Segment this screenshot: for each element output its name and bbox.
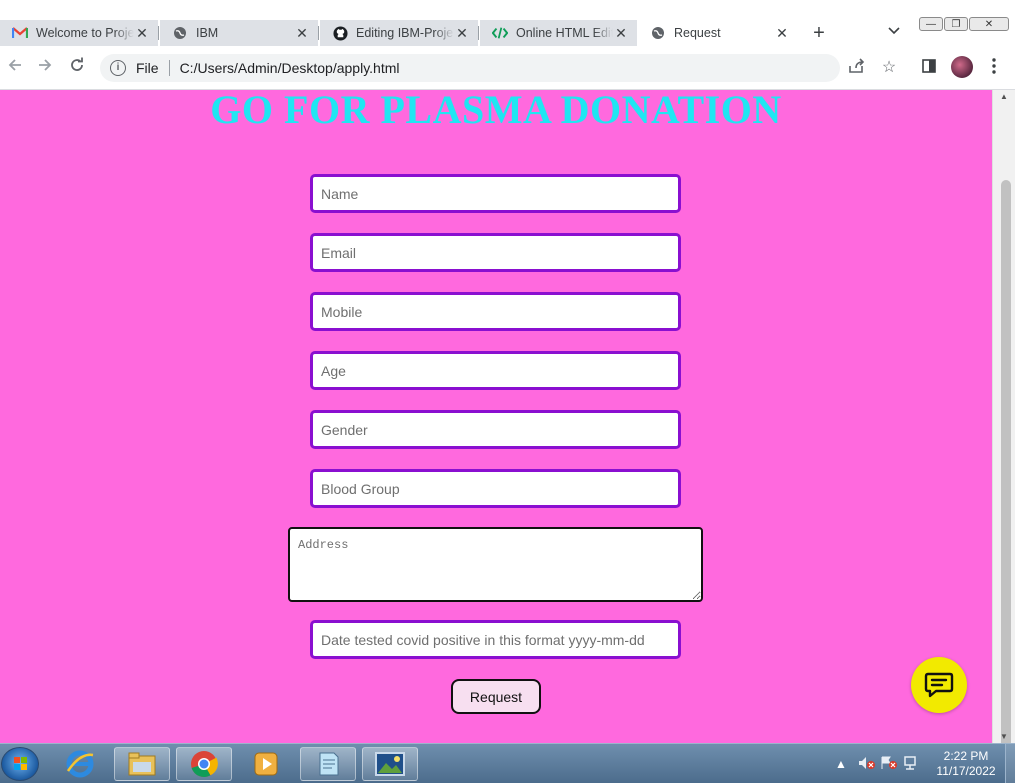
windows-taskbar: ▲ 2:22 PM 11/17/2022: [0, 743, 1015, 783]
browser-toolbar: i File C:/Users/Admin/Desktop/apply.html…: [0, 46, 1015, 90]
tab-strip: Welcome to Proje ✕ IBM ✕ Editing IBM-Pro…: [0, 0, 1015, 46]
scrollbar-thumb[interactable]: [1001, 180, 1011, 783]
chat-button[interactable]: [911, 657, 967, 713]
tab-separator: [158, 26, 159, 40]
side-panel-icon[interactable]: [919, 58, 939, 78]
mobile-field[interactable]: [310, 292, 681, 331]
chevron-down-icon[interactable]: [888, 24, 900, 38]
title-bar: [0, 0, 1015, 22]
age-field[interactable]: [310, 351, 681, 390]
scroll-down-arrow[interactable]: ▼: [1000, 732, 1008, 741]
menu-icon[interactable]: [984, 58, 1004, 78]
gender-field[interactable]: [310, 410, 681, 449]
scheme-label: File: [136, 60, 159, 76]
tab-ibm[interactable]: IBM ✕: [160, 20, 318, 46]
globe-icon: [650, 25, 666, 41]
new-tab-button[interactable]: +: [808, 22, 830, 44]
action-center-icon[interactable]: [878, 756, 900, 773]
covid-date-field[interactable]: [310, 620, 681, 659]
tab-title: Request: [674, 26, 721, 40]
minimize-button[interactable]: —: [919, 17, 943, 31]
page-title: GO FOR PLASMA DONATION: [210, 90, 782, 132]
tab-title: Editing IBM-Proje: [356, 26, 454, 40]
close-icon[interactable]: ✕: [613, 25, 629, 42]
github-icon: [332, 25, 348, 41]
forward-button[interactable]: [34, 56, 56, 78]
tab-separator: [318, 26, 319, 40]
profile-avatar[interactable]: [951, 56, 973, 78]
show-hidden-icons-arrow[interactable]: ▲: [830, 757, 852, 771]
image-viewer-icon[interactable]: [362, 747, 418, 781]
tab-github[interactable]: Editing IBM-Proje ✕: [320, 20, 478, 46]
show-desktop-button[interactable]: [1005, 744, 1015, 783]
globe-icon: [172, 25, 188, 41]
volume-muted-icon[interactable]: [856, 756, 878, 773]
divider: [168, 60, 170, 76]
page-viewport: GO FOR PLASMA DONATION Request: [0, 90, 992, 743]
address-field[interactable]: [288, 527, 703, 602]
close-icon[interactable]: ✕: [774, 25, 790, 42]
network-icon[interactable]: [900, 755, 922, 773]
page-scrollbar[interactable]: ▲ ▼: [992, 90, 1015, 783]
email-field[interactable]: [310, 233, 681, 272]
name-field[interactable]: [310, 174, 681, 213]
tab-title: Welcome to Proje: [36, 26, 134, 40]
reload-button[interactable]: [66, 56, 88, 78]
bookmark-star-icon[interactable]: ☆: [879, 58, 899, 78]
blood-group-field[interactable]: [310, 469, 681, 508]
clock-date: 11/17/2022: [936, 764, 996, 778]
share-icon[interactable]: [847, 58, 867, 78]
info-icon[interactable]: i: [110, 60, 126, 76]
notepad-icon[interactable]: [300, 747, 356, 781]
tab-separator: [478, 26, 479, 40]
taskbar-clock[interactable]: 2:22 PM 11/17/2022: [930, 749, 1002, 779]
tab-title: IBM: [196, 26, 219, 40]
clock-time: 2:22 PM: [943, 749, 989, 763]
tab-request[interactable]: Request ✕: [638, 20, 798, 46]
media-player-icon[interactable]: [238, 747, 294, 781]
chrome-icon[interactable]: [176, 747, 232, 781]
restore-button[interactable]: ❐: [944, 17, 968, 31]
file-explorer-icon[interactable]: [114, 747, 170, 781]
tab-gmail[interactable]: Welcome to Proje ✕: [0, 20, 158, 46]
close-icon[interactable]: ✕: [294, 25, 310, 42]
tab-html-editor[interactable]: Online HTML Edit ✕: [480, 20, 637, 46]
internet-explorer-icon[interactable]: [52, 747, 108, 781]
start-button[interactable]: [1, 747, 39, 781]
address-bar[interactable]: i File C:/Users/Admin/Desktop/apply.html: [100, 54, 840, 82]
gmail-icon: [12, 25, 28, 41]
url-text[interactable]: C:/Users/Admin/Desktop/apply.html: [180, 60, 400, 76]
close-window-button[interactable]: ✕: [969, 17, 1009, 31]
close-icon[interactable]: ✕: [454, 25, 470, 42]
code-icon: [492, 25, 508, 41]
close-icon[interactable]: ✕: [134, 25, 150, 42]
scroll-up-arrow[interactable]: ▲: [1000, 92, 1008, 101]
chat-icon: [924, 672, 954, 698]
tab-title: Online HTML Edit: [516, 26, 613, 40]
back-button[interactable]: [4, 56, 26, 78]
request-button[interactable]: Request: [451, 679, 541, 714]
